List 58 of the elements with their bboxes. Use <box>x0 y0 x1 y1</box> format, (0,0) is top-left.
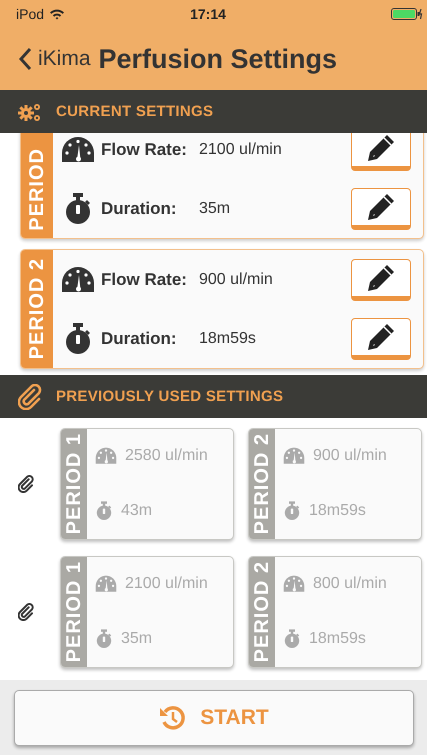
stopwatch-icon <box>283 501 301 521</box>
gauge-icon <box>283 447 305 465</box>
flow-rate-label: Flow Rate: <box>101 270 188 290</box>
stopwatch-icon <box>95 629 113 649</box>
pencil-icon <box>366 192 396 222</box>
gauge-icon <box>61 266 95 294</box>
period-label: PERIOD 1 <box>62 561 86 663</box>
edit-button[interactable] <box>351 318 411 360</box>
duration-value: 35m <box>121 630 152 648</box>
start-button[interactable]: START <box>14 690 414 746</box>
paperclip-icon <box>18 384 42 410</box>
edit-button[interactable] <box>351 188 411 230</box>
back-button[interactable]: iKima <box>18 47 91 71</box>
flow-rate-value: 2580 ul/min <box>125 447 208 465</box>
flow-rate-value: 900 ul/min <box>313 447 387 465</box>
flow-rate-value: 900 ul/min <box>199 270 273 288</box>
gauge-icon <box>95 447 117 465</box>
wifi-icon <box>49 8 66 20</box>
duration-value: 18m59s <box>309 502 366 520</box>
flow-rate-value: 800 ul/min <box>313 575 387 593</box>
period-label: PERIOD 2 <box>26 258 48 360</box>
duration-value: 18m59s <box>199 330 256 348</box>
duration-label: Duration: <box>101 328 178 348</box>
period-label: PERIOD 1 <box>62 433 86 535</box>
flow-rate-value: 2100 ul/min <box>199 140 282 158</box>
duration-value: 35m <box>199 200 230 218</box>
paperclip-icon[interactable] <box>18 603 34 621</box>
carrier-label: iPod <box>16 6 44 22</box>
edit-button[interactable] <box>351 258 411 300</box>
pencil-icon <box>366 133 396 162</box>
stopwatch-icon <box>95 501 113 521</box>
pencil-icon <box>366 322 396 352</box>
section-title: PREVIOUSLY USED SETTINGS <box>56 388 284 405</box>
page-title: Perfusion Settings <box>98 44 338 74</box>
gauge-icon <box>95 575 117 593</box>
duration-value: 43m <box>121 502 152 520</box>
period-label: PERIOD 2 <box>250 561 274 663</box>
flow-rate-value: 2100 ul/min <box>125 575 208 593</box>
previous-period-card[interactable]: PERIOD 1 2580 ul/min 43m <box>60 428 234 540</box>
duration-label: Duration: <box>101 198 178 218</box>
period-label: PERIOD 2 <box>250 433 274 535</box>
period-label: PERIOD <box>26 148 48 230</box>
status-time: 17:14 <box>190 6 227 22</box>
paperclip-icon[interactable] <box>18 475 34 493</box>
back-chevron-icon <box>18 47 32 71</box>
gears-icon <box>18 102 42 122</box>
previous-period-card[interactable]: PERIOD 2 800 ul/min 18m59s <box>248 556 422 668</box>
duration-value: 18m59s <box>309 630 366 648</box>
flow-rate-label: Flow Rate: <box>101 140 188 160</box>
section-title: CURRENT SETTINGS <box>56 103 214 120</box>
battery-icon <box>391 7 423 21</box>
stopwatch-icon <box>283 629 301 649</box>
gauge-icon <box>283 575 305 593</box>
edit-button[interactable] <box>351 133 411 170</box>
previous-period-card[interactable]: PERIOD 1 2100 ul/min 35m <box>60 556 234 668</box>
gauge-icon <box>61 136 95 164</box>
previous-period-card[interactable]: PERIOD 2 900 ul/min 18m59s <box>248 428 422 540</box>
pencil-icon <box>366 262 396 292</box>
